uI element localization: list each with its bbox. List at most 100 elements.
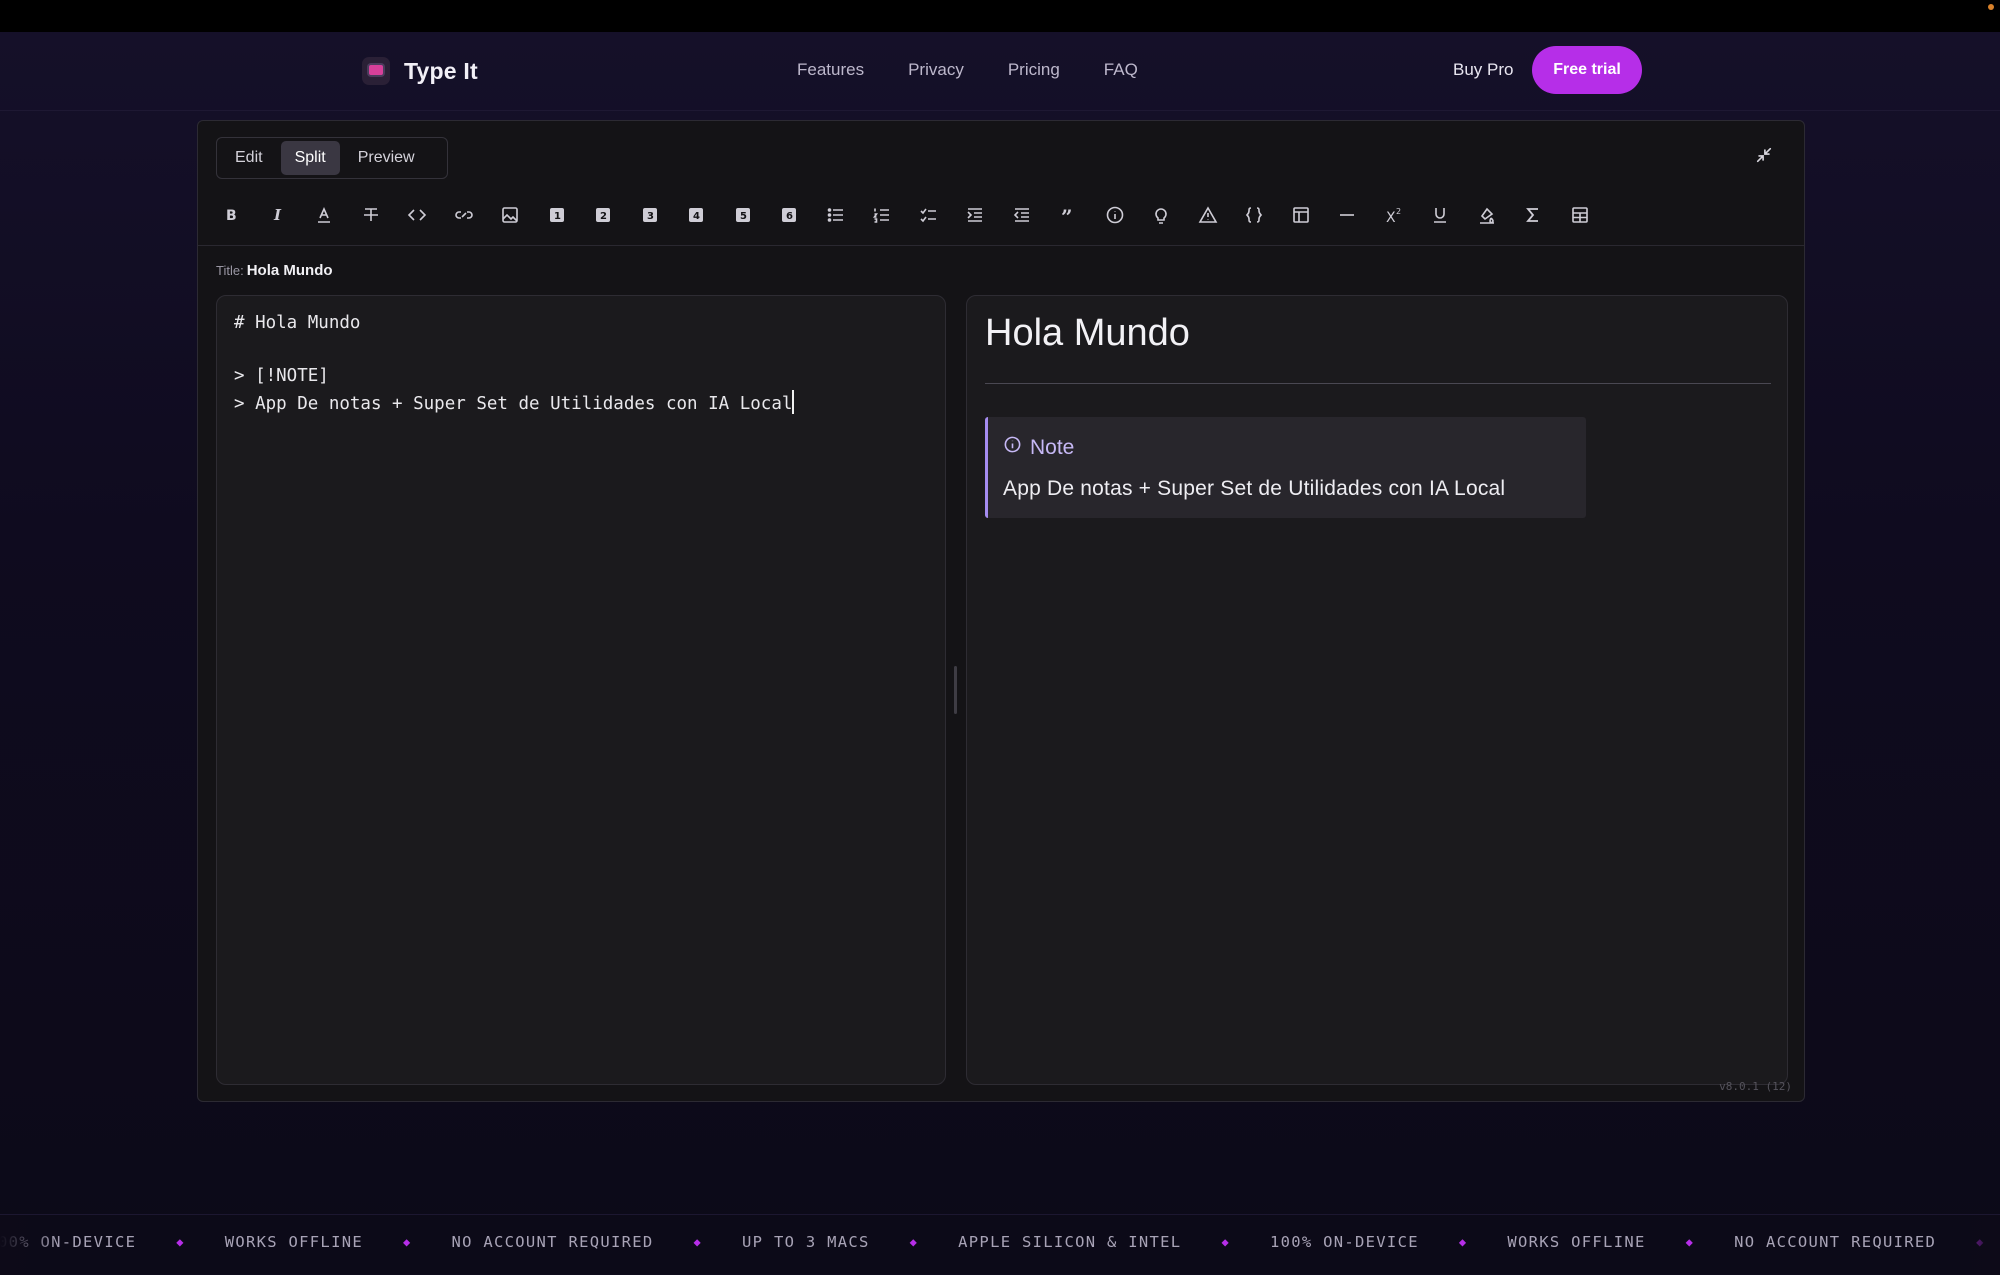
svg-text:B: B xyxy=(226,208,237,224)
top-nav: Type It Features Privacy Pricing FAQ Buy… xyxy=(0,32,2000,111)
diamond-icon: ◆ xyxy=(1685,1235,1695,1249)
collapse-icon[interactable] xyxy=(1750,141,1778,169)
bullet-list-icon[interactable] xyxy=(813,195,860,235)
tab-split[interactable]: Split xyxy=(280,141,340,175)
heading-4-icon[interactable]: 4 xyxy=(673,195,720,235)
code-block-icon[interactable] xyxy=(1231,195,1278,235)
heading-2-icon[interactable]: 2 xyxy=(580,195,627,235)
marquee-fade-right xyxy=(1940,1215,2000,1275)
numbered-list-icon[interactable] xyxy=(859,195,906,235)
table-icon[interactable] xyxy=(1278,195,1325,235)
svg-text:1: 1 xyxy=(554,211,561,222)
title-label: Title: xyxy=(216,263,244,278)
buy-pro-link[interactable]: Buy Pro xyxy=(1453,60,1513,80)
title-value[interactable]: Hola Mundo xyxy=(247,262,333,279)
diamond-icon: ◆ xyxy=(1458,1235,1468,1249)
svg-text:6: 6 xyxy=(786,211,793,222)
indicator-dot xyxy=(1988,4,1994,10)
source-line: # Hola Mundo xyxy=(234,313,361,333)
marquee-item: 100% ON-DEVICE xyxy=(1269,1233,1419,1251)
bold-icon[interactable]: B xyxy=(208,195,255,235)
source-line: > App De notas + Super Set de Utilidades… xyxy=(234,393,793,414)
text-color-icon[interactable] xyxy=(301,195,348,235)
svg-text:2: 2 xyxy=(1396,207,1401,216)
diamond-icon: ◆ xyxy=(909,1235,919,1249)
heading-5-icon[interactable]: 5 xyxy=(720,195,767,235)
warning-icon[interactable] xyxy=(1185,195,1232,235)
marquee-item: UP TO 3 MACS xyxy=(742,1233,870,1251)
link-icon[interactable] xyxy=(441,195,488,235)
marquee-item: NO ACCOUNT REQUIRED xyxy=(451,1233,654,1251)
markdown-editor[interactable]: # Hola Mundo ​> [!NOTE] > App De notas + S… xyxy=(234,310,795,417)
version-label: v8.0.1 (12) xyxy=(1719,1080,1792,1093)
nav-link-pricing[interactable]: Pricing xyxy=(1008,60,1060,80)
brand-name: Type It xyxy=(404,57,478,84)
info-icon[interactable] xyxy=(1092,195,1139,235)
marquee-item: WORKS OFFLINE xyxy=(224,1233,363,1251)
nav-link-privacy[interactable]: Privacy xyxy=(908,60,964,80)
marquee-item: APPLE SILICON & INTEL xyxy=(958,1233,1182,1251)
math-icon[interactable] xyxy=(1510,195,1557,235)
app-logo-icon xyxy=(362,57,390,85)
quote-icon[interactable]: ” xyxy=(1045,195,1092,235)
heading-3-icon[interactable]: 3 xyxy=(627,195,674,235)
marquee-track: 00% ON-DEVICE ◆ WORKS OFFLINE ◆ NO ACCOUNT… xyxy=(0,1233,1985,1251)
nav-links: Features Privacy Pricing FAQ xyxy=(797,60,1138,80)
underline-icon[interactable] xyxy=(1417,195,1464,235)
italic-icon[interactable]: I xyxy=(255,195,302,235)
nav-link-faq[interactable]: FAQ xyxy=(1104,60,1138,80)
callout-body: App De notas + Super Set de Utilidades c… xyxy=(1003,477,1506,500)
nav-link-features[interactable]: Features xyxy=(797,60,864,80)
callout-title: Note xyxy=(1030,435,1075,459)
svg-text:X: X xyxy=(1386,210,1396,225)
tab-edit[interactable]: Edit xyxy=(221,141,277,175)
svg-text:”: ” xyxy=(1061,205,1073,225)
svg-text:3: 3 xyxy=(647,211,654,222)
preview-heading: Hola Mundo xyxy=(985,312,1190,354)
heading-6-icon[interactable]: 6 xyxy=(766,195,813,235)
marquee-item: WORKS OFFLINE xyxy=(1507,1233,1646,1251)
brand[interactable]: Type It xyxy=(362,57,478,85)
diamond-icon: ◆ xyxy=(402,1235,412,1249)
callout-header: Note xyxy=(1003,435,1074,460)
diamond-icon: ◆ xyxy=(176,1235,185,1249)
outdent-icon[interactable] xyxy=(999,195,1046,235)
tab-preview[interactable]: Preview xyxy=(344,141,429,175)
task-list-icon[interactable] xyxy=(906,195,953,235)
highlight-icon[interactable] xyxy=(1464,195,1511,235)
svg-text:2: 2 xyxy=(600,211,607,222)
formatting-toolbar: B I 1 2 3 4 5 6 ” X2 xyxy=(208,195,1603,235)
pane-resize-handle[interactable] xyxy=(954,666,957,714)
text-caret xyxy=(792,389,795,414)
superscript-icon[interactable]: X2 xyxy=(1371,195,1418,235)
toolbar-divider xyxy=(198,245,1804,246)
image-icon[interactable] xyxy=(487,195,534,235)
indent-icon[interactable] xyxy=(952,195,999,235)
horizontal-rule-icon[interactable] xyxy=(1324,195,1371,235)
marquee-fade-left xyxy=(0,1215,60,1275)
free-trial-button[interactable]: Free trial xyxy=(1532,46,1642,94)
view-mode-tabs: Edit Split Preview xyxy=(216,137,448,179)
info-icon xyxy=(1003,435,1022,460)
source-line: ​ xyxy=(234,337,794,364)
diamond-icon: ◆ xyxy=(1221,1235,1230,1249)
svg-text:5: 5 xyxy=(740,211,747,222)
window-top-strip xyxy=(0,0,2000,32)
markdown-source-pane[interactable]: # Hola Mundo ​> [!NOTE] > App De notas + S… xyxy=(216,295,946,1085)
source-line: > [!NOTE] xyxy=(234,366,329,386)
editor-window: Edit Split Preview B I 1 2 3 4 5 6 ” X2 xyxy=(197,120,1805,1102)
lightbulb-icon[interactable] xyxy=(1138,195,1185,235)
code-icon[interactable] xyxy=(394,195,441,235)
feature-marquee: 00% ON-DEVICE ◆ WORKS OFFLINE ◆ NO ACCOUNT… xyxy=(0,1214,2000,1275)
diamond-icon: ◆ xyxy=(693,1235,703,1249)
heading-rule xyxy=(985,383,1771,384)
preview-pane: Hola Mundo Note App De notas + Super Set… xyxy=(966,295,1788,1085)
note-title: Title: Hola Mundo xyxy=(216,262,333,279)
marquee-item: NO ACCOUNT REQUIRED xyxy=(1734,1233,1937,1251)
svg-text:I: I xyxy=(273,206,282,224)
note-callout: Note App De notas + Super Set de Utilida… xyxy=(985,417,1586,518)
heading-1-icon[interactable]: 1 xyxy=(534,195,581,235)
svg-text:4: 4 xyxy=(693,211,700,222)
table-grid-icon[interactable] xyxy=(1557,195,1604,235)
strikethrough-icon[interactable] xyxy=(348,195,395,235)
